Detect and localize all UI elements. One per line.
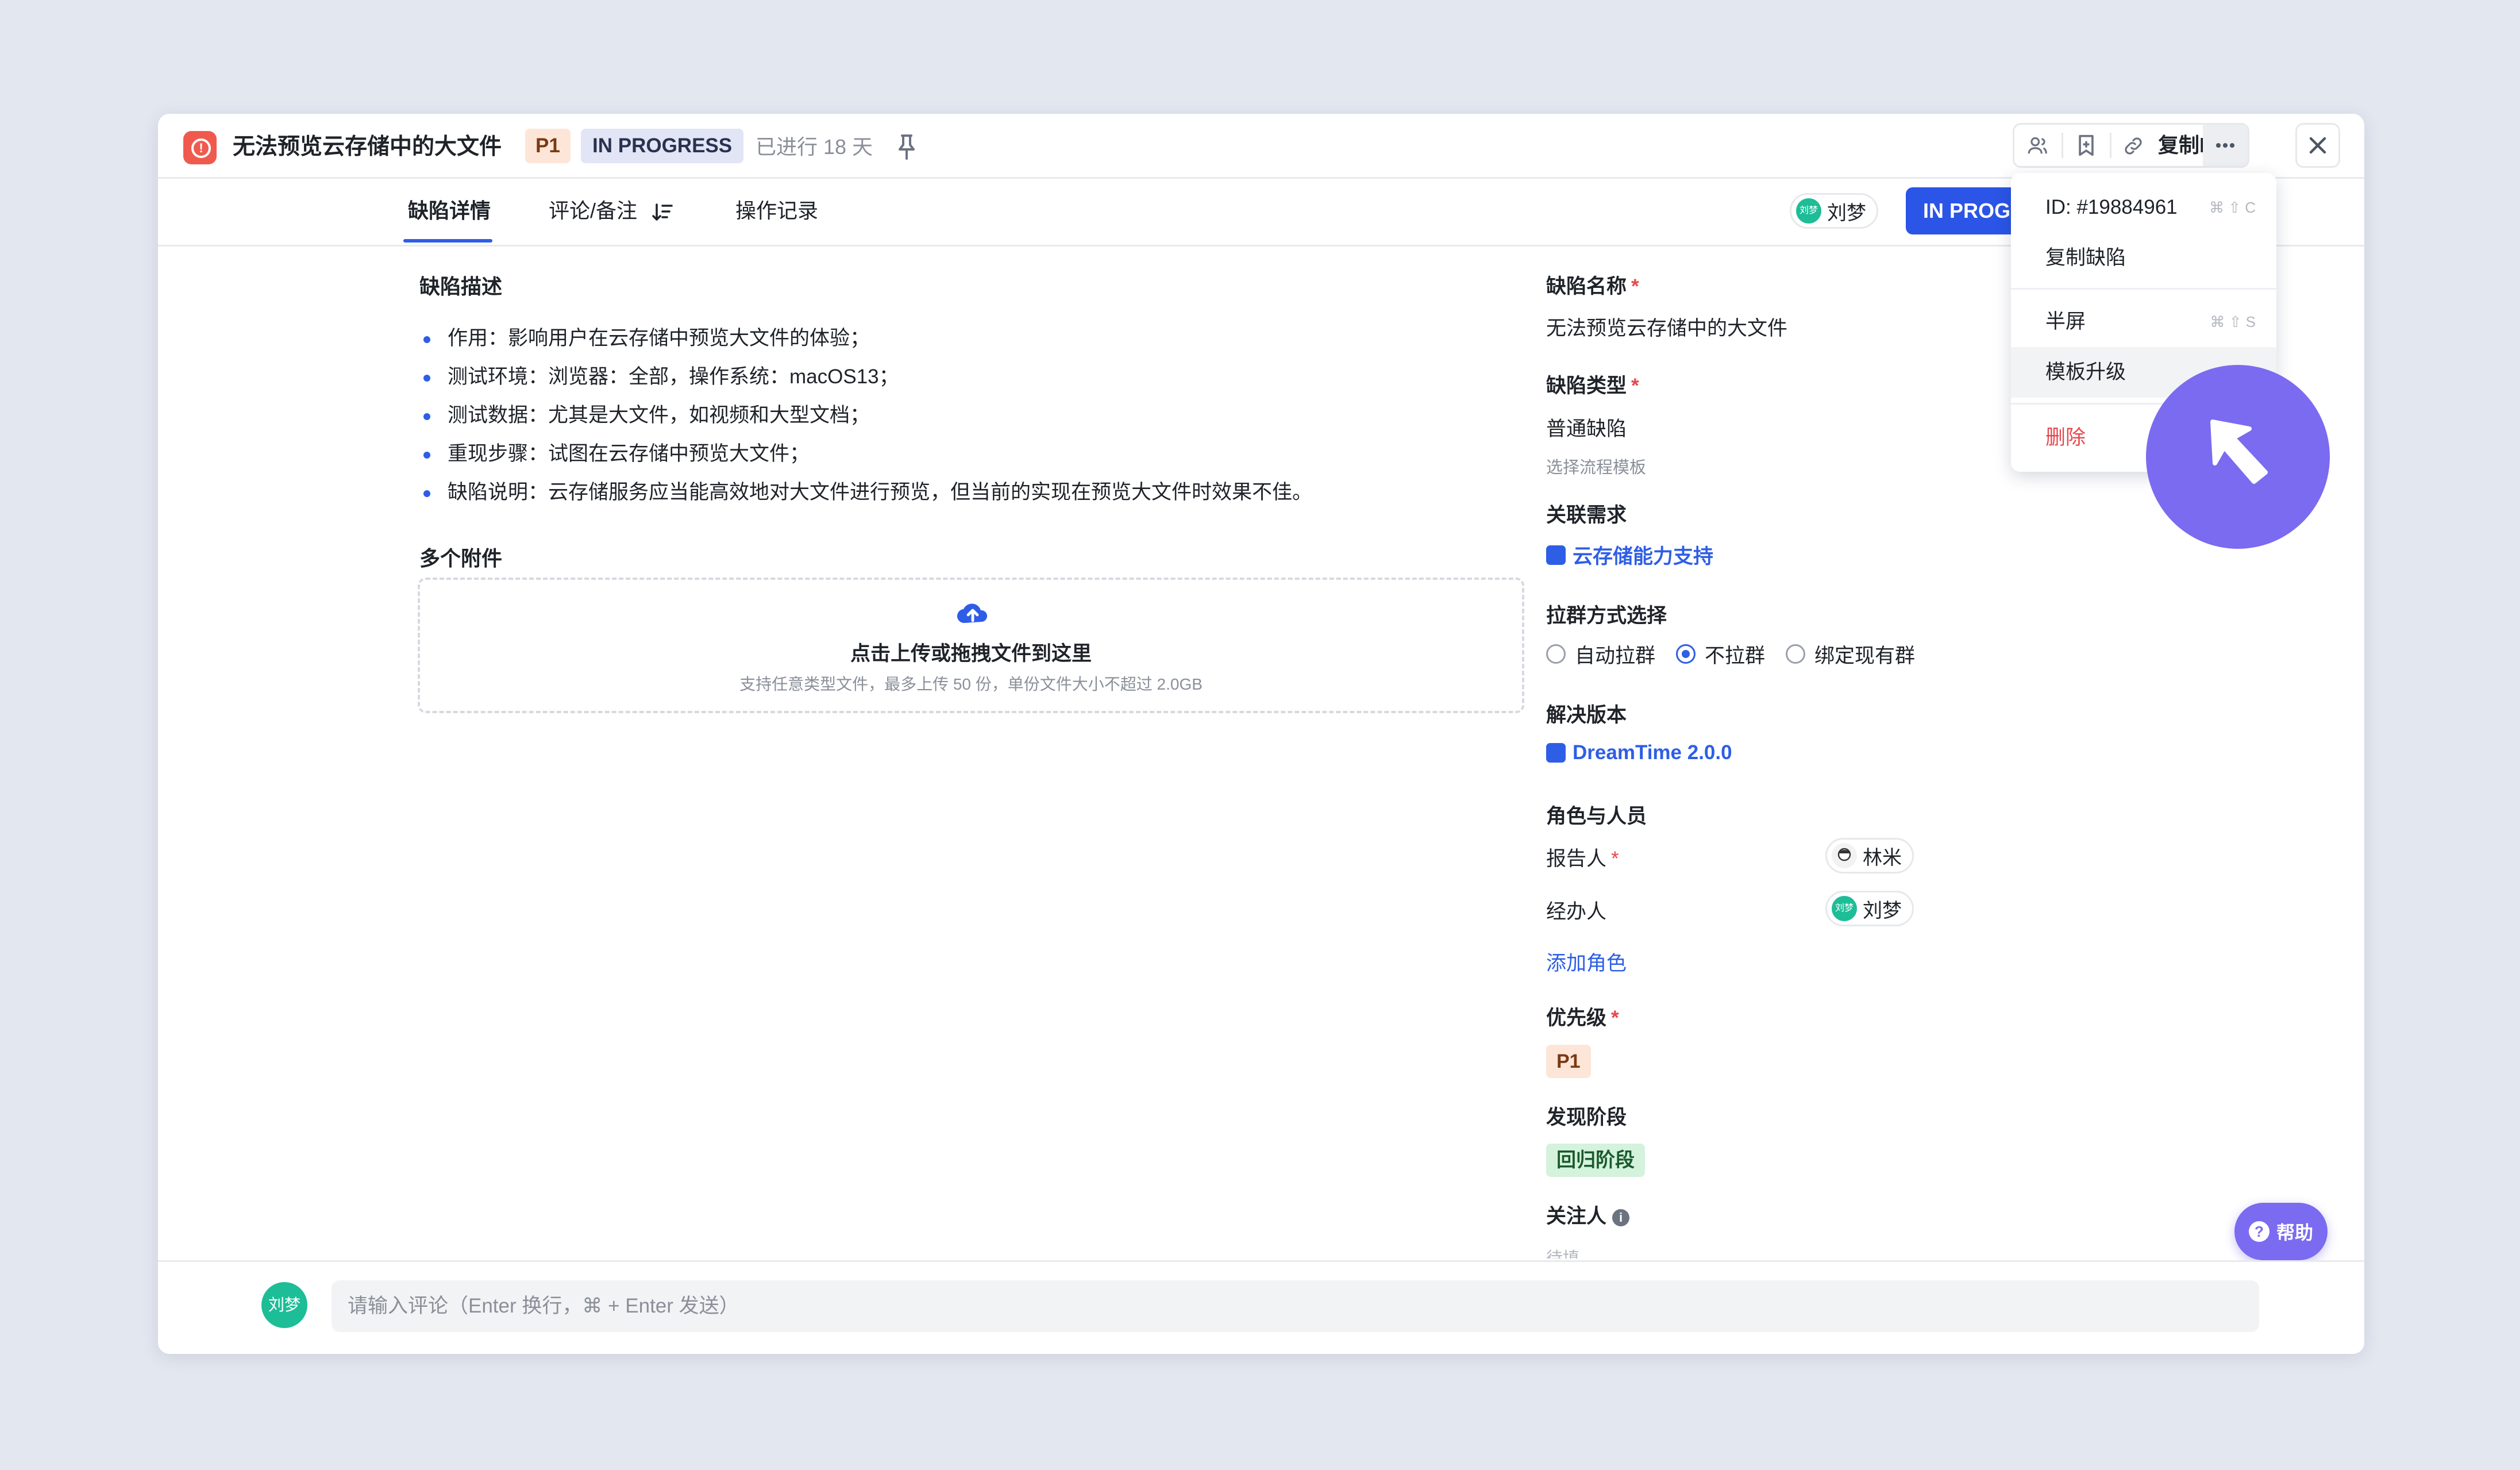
menu-item-duplicate[interactable]: 复制缺陷 xyxy=(2011,233,2276,283)
list-item: 作用：影响用户在云存储中预览大文件的体验； xyxy=(418,319,1312,357)
menu-item-copy-id[interactable]: ID: #19884961 ⌘ ⇧ C xyxy=(2011,182,2276,233)
field-label-group: 拉群方式选择 xyxy=(1546,605,1667,627)
active-tab-indicator xyxy=(403,239,492,243)
description-title: 缺陷描述 xyxy=(419,275,503,298)
menu-item-half-screen[interactable]: 半屏 ⌘ ⇧ S xyxy=(2011,297,2276,347)
field-label-version: 解决版本 xyxy=(1546,704,1627,726)
field-label-watchers: 关注人 i xyxy=(1546,1200,1630,1229)
menu-divider xyxy=(2011,288,2276,290)
required-mark: * xyxy=(1611,1007,1619,1029)
upload-dropzone[interactable]: 点击上传或拖拽文件到这里 支持任意类型文件，最多上传 50 份，单份文件大小不超… xyxy=(418,578,1524,713)
comment-bar: 刘梦 xyxy=(158,1260,2364,1354)
add-role-link[interactable]: 添加角色 xyxy=(1546,947,1627,976)
header: 无法预览云存储中的大文件 P1 IN PROGRESS 已进行 18 天 xyxy=(158,114,2364,179)
link-icon xyxy=(2125,137,2142,155)
avatar: 刘梦 xyxy=(1832,896,1857,921)
pin-icon[interactable] xyxy=(895,133,918,161)
elapsed-time: 已进行 18 天 xyxy=(756,135,873,159)
description-list[interactable]: 作用：影响用户在云存储中预览大文件的体验； 测试环境：浏览器：全部，操作系统：m… xyxy=(418,319,1312,511)
version-link[interactable]: DreamTime 2.0.0 xyxy=(1546,741,1732,764)
assignee-chip[interactable]: 刘梦 刘梦 xyxy=(1790,193,1878,229)
tab-history[interactable]: 操作记录 xyxy=(735,197,818,225)
handler-label: 经办人 xyxy=(1546,901,1607,923)
reporter-chip[interactable]: 林米 xyxy=(1825,838,1914,873)
version-icon xyxy=(1546,743,1566,763)
avatar-face-icon xyxy=(1837,848,1851,861)
list-item: 测试环境：浏览器：全部，操作系统：macOS13； xyxy=(418,357,1312,396)
required-mark: * xyxy=(1631,275,1639,298)
close-icon xyxy=(2309,137,2326,154)
header-toolbar: 复制ID xyxy=(2013,123,2249,168)
help-label: 帮助 xyxy=(2276,1222,2313,1243)
required-mark: * xyxy=(1611,848,1619,870)
radio-no-group[interactable] xyxy=(1676,644,1696,664)
attachments-title: 多个附件 xyxy=(419,547,503,570)
upload-hint: 支持任意类型文件，最多上传 50 份，单份文件大小不超过 2.0GB xyxy=(739,675,1203,693)
field-label-name: 缺陷名称 * xyxy=(1546,275,1639,298)
toolbar-divider xyxy=(2062,133,2063,158)
info-icon[interactable]: i xyxy=(1612,1209,1630,1226)
priority-badge[interactable]: P1 xyxy=(525,129,571,163)
toolbar-divider xyxy=(2110,133,2111,158)
field-value-name[interactable]: 无法预览云存储中的大文件 xyxy=(1546,312,1787,341)
list-item: 重现步骤：试图在云存储中预览大文件； xyxy=(418,434,1312,473)
help-icon: ? xyxy=(2248,1221,2269,1242)
radio-bind-group[interactable] xyxy=(1786,644,1806,664)
field-label-stage: 发现阶段 xyxy=(1546,1106,1627,1129)
bookmark-button[interactable] xyxy=(2064,125,2109,166)
upload-main-text: 点击上传或拖拽文件到这里 xyxy=(850,642,1092,665)
person-icon xyxy=(2028,137,2047,154)
requirement-link[interactable]: 云存储能力支持 xyxy=(1546,540,1713,569)
handler-name: 刘梦 xyxy=(1863,899,1902,922)
requirement-icon xyxy=(1546,545,1566,565)
page-title[interactable]: 无法预览云存储中的大文件 xyxy=(233,131,502,163)
template-hint[interactable]: 选择流程模板 xyxy=(1546,454,1646,478)
radio-label[interactable]: 自动拉群 xyxy=(1575,640,1655,669)
cursor-arrow-icon xyxy=(2210,420,2268,484)
cursor-highlight xyxy=(2146,365,2330,549)
tab-comments[interactable]: 评论/备注 xyxy=(549,197,637,225)
sort-icon[interactable] xyxy=(652,202,673,223)
handler-chip[interactable]: 刘梦 刘梦 xyxy=(1825,891,1914,926)
radio-auto-group[interactable] xyxy=(1546,644,1566,664)
field-label-roles: 角色与人员 xyxy=(1546,805,1647,828)
reporter-name: 林米 xyxy=(1863,846,1902,869)
bug-icon xyxy=(183,131,217,164)
priority-tag[interactable]: P1 xyxy=(1546,1045,1591,1078)
stage-tag[interactable]: 回归阶段 xyxy=(1546,1144,1645,1177)
reporter-label: 报告人 * xyxy=(1546,848,1619,870)
group-radio-group: 自动拉群 不拉群 绑定现有群 xyxy=(1546,638,1936,670)
required-mark: * xyxy=(1631,375,1639,397)
upload-cloud-icon xyxy=(957,603,988,624)
help-button[interactable]: ? 帮助 xyxy=(2234,1203,2328,1260)
comment-input[interactable] xyxy=(332,1280,2259,1332)
members-button[interactable] xyxy=(2014,125,2060,166)
avatar: 刘梦 xyxy=(1796,198,1821,224)
field-value-type[interactable]: 普通缺陷 xyxy=(1546,413,1627,442)
tab-details[interactable]: 缺陷详情 xyxy=(408,197,491,225)
field-label-requirement: 关联需求 xyxy=(1546,504,1627,526)
bookmark-icon xyxy=(2079,134,2094,156)
more-button[interactable] xyxy=(2203,125,2248,166)
field-label-type: 缺陷类型 * xyxy=(1546,375,1639,397)
list-item: 测试数据：尤其是大文件，如视频和大型文档； xyxy=(418,396,1312,434)
shortcut-hint: ⌘ ⇧ S xyxy=(2210,313,2256,330)
avatar xyxy=(1832,843,1857,868)
shortcut-hint: ⌘ ⇧ C xyxy=(2209,199,2256,216)
assignee-name: 刘梦 xyxy=(1827,202,1866,224)
avatar: 刘梦 xyxy=(261,1282,307,1328)
radio-label[interactable]: 不拉群 xyxy=(1705,640,1765,669)
field-label-priority: 优先级 * xyxy=(1546,1007,1619,1029)
more-icon xyxy=(2216,143,2234,148)
list-item: 缺陷说明：云存储服务应当能高效地对大文件进行预览，但当前的实现在预览大文件时效果… xyxy=(418,473,1312,511)
close-button[interactable] xyxy=(2295,123,2340,168)
status-badge[interactable]: IN PROGRESS xyxy=(581,129,744,163)
radio-label[interactable]: 绑定现有群 xyxy=(1814,640,1915,669)
watchers-value[interactable]: 待填 xyxy=(1546,1245,1579,1259)
